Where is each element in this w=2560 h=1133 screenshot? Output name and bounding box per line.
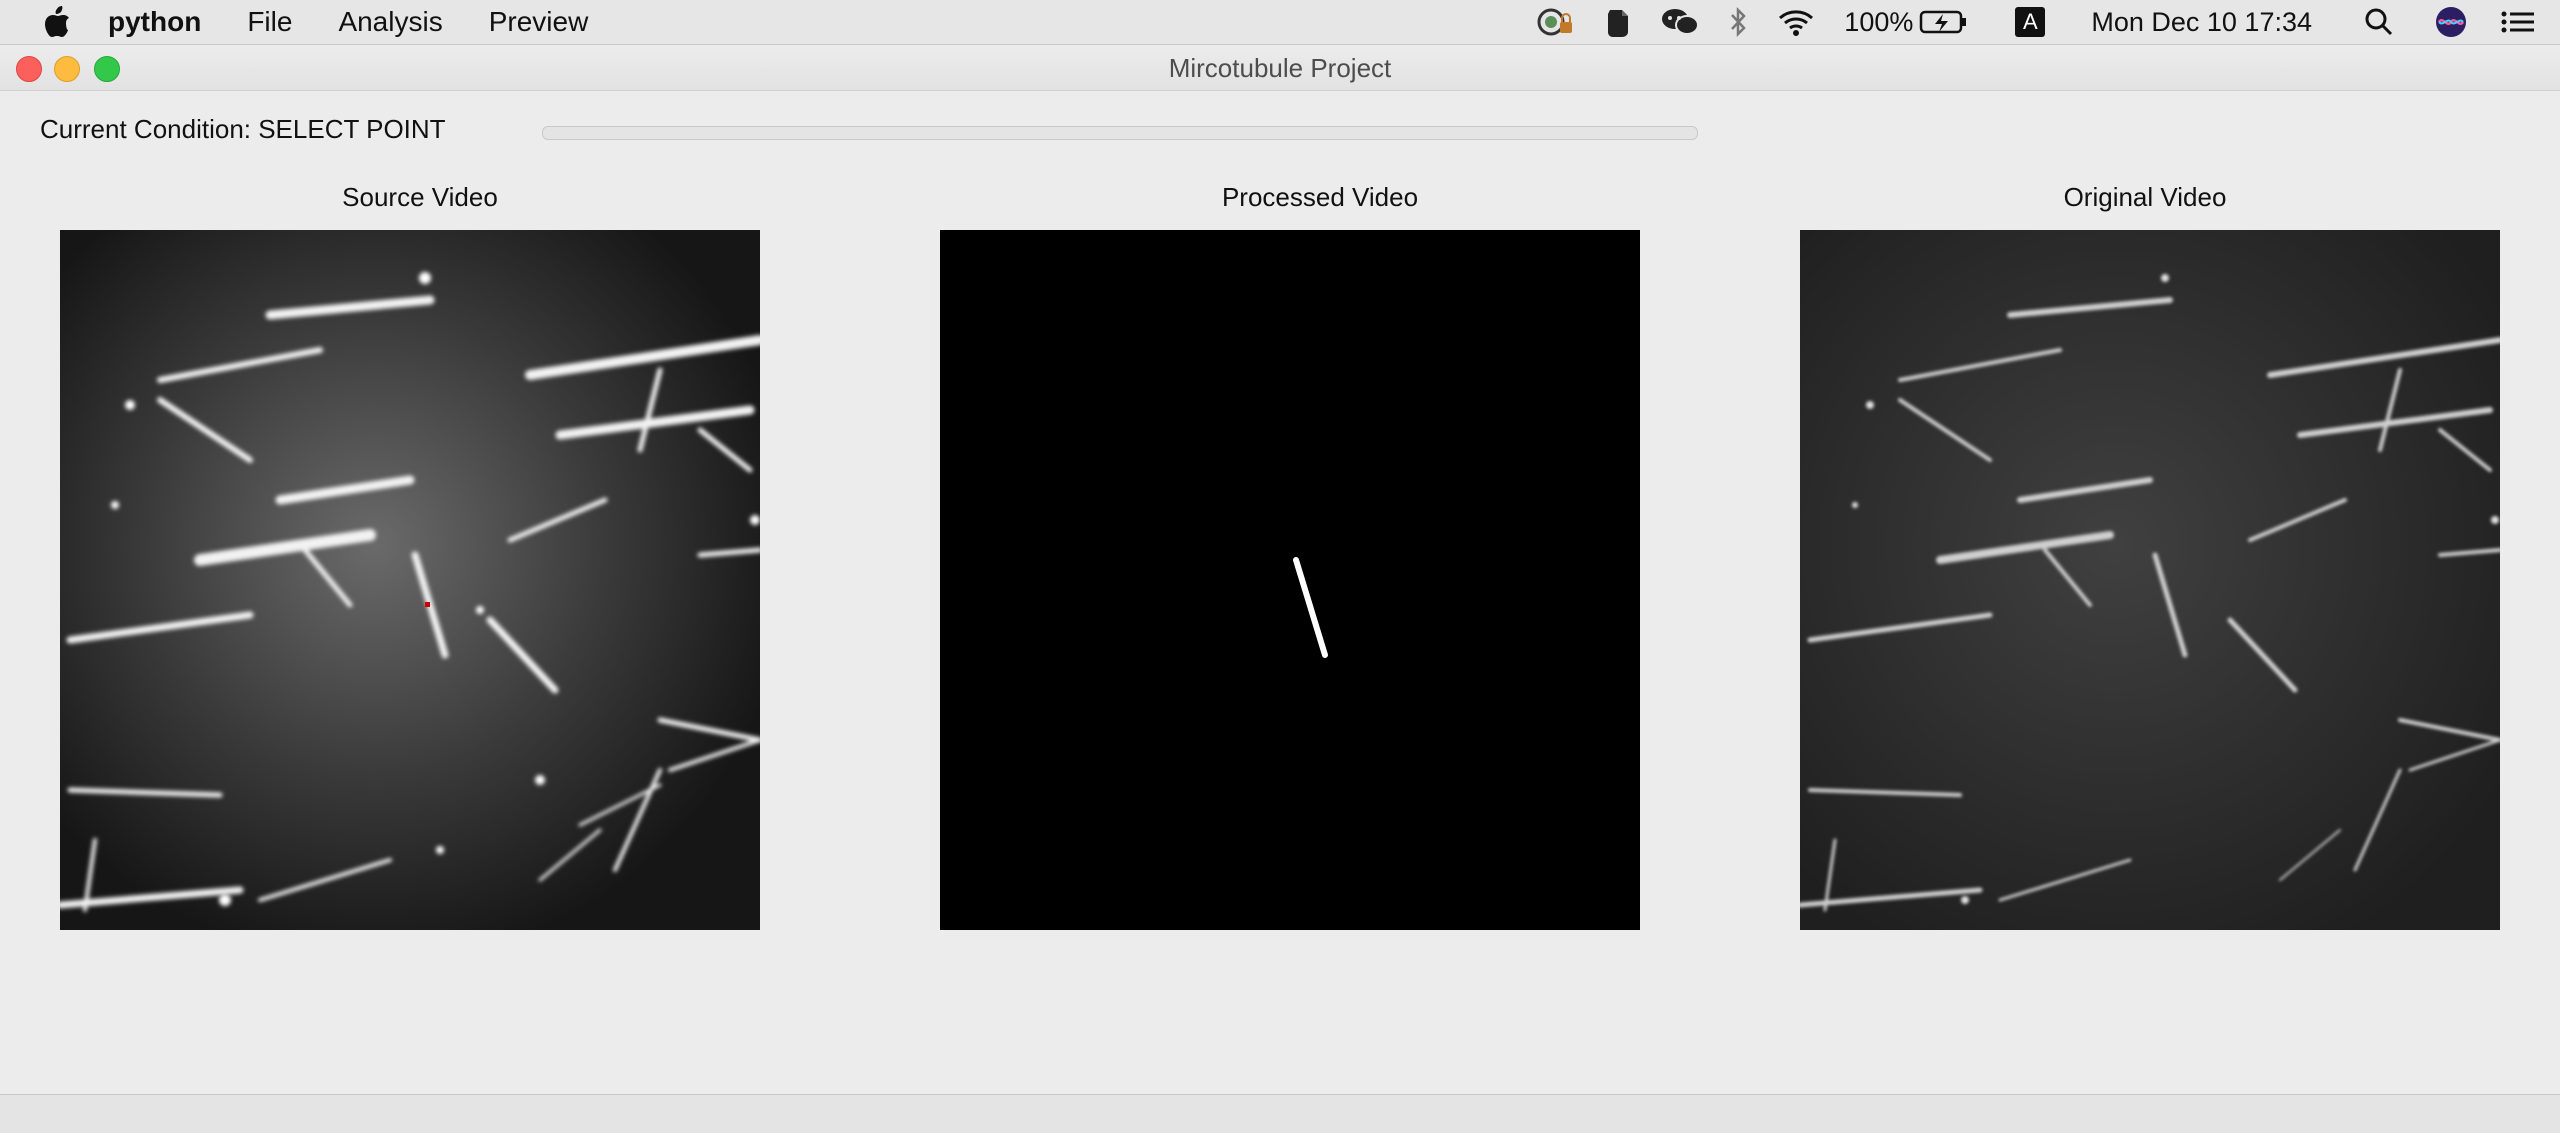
wifi-icon[interactable] [1776, 6, 1816, 38]
battery-charging-icon[interactable] [1919, 6, 1969, 38]
bluetooth-icon[interactable] [1728, 6, 1748, 38]
wechat-icon[interactable] [1660, 6, 1700, 38]
selected-point-marker [425, 602, 430, 607]
vpn-lock-icon[interactable] [1536, 6, 1576, 38]
original-video-image[interactable] [1800, 230, 2500, 930]
menu-bar: python File Analysis Preview 100% A Mon … [0, 0, 2560, 45]
window-title: Mircotubule Project [1168, 53, 1392, 83]
input-source-icon[interactable]: A [2015, 7, 2046, 37]
app-menu-python[interactable]: python [108, 0, 201, 44]
spotlight-search-icon[interactable] [2364, 6, 2394, 38]
status-bar [0, 1094, 2560, 1133]
original-video-title: Original Video [2063, 182, 2227, 212]
menu-analysis[interactable]: Analysis [338, 0, 442, 44]
input-source-label: A [2015, 7, 2046, 37]
progress-bar [542, 126, 1698, 140]
processed-video-title: Processed Video [1221, 182, 1419, 212]
source-video-frame[interactable] [60, 230, 760, 930]
apple-menu-icon[interactable] [40, 2, 74, 42]
battery-percent: 100% [1844, 6, 1914, 37]
source-video-title: Source Video [342, 182, 498, 212]
processed-video-frame[interactable] [940, 230, 1640, 930]
window-titlebar[interactable]: Mircotubule Project [0, 46, 2560, 91]
evernote-icon[interactable] [1604, 6, 1632, 38]
app-window: Mircotubule Project Current Condition: S… [0, 46, 2560, 1133]
processed-video-image[interactable] [940, 230, 1640, 930]
clock[interactable]: Mon Dec 10 17:34 [2091, 7, 2312, 38]
original-video-frame[interactable] [1800, 230, 2500, 930]
menu-file[interactable]: File [247, 0, 292, 44]
siri-icon[interactable] [2434, 5, 2468, 39]
source-video-image[interactable] [60, 230, 760, 930]
status-menus: 100% A Mon Dec 10 17:34 [1508, 0, 2560, 44]
notification-center-icon[interactable] [2500, 6, 2536, 38]
menu-preview[interactable]: Preview [489, 0, 589, 44]
current-condition-label: Current Condition: SELECT POINT [40, 114, 446, 144]
